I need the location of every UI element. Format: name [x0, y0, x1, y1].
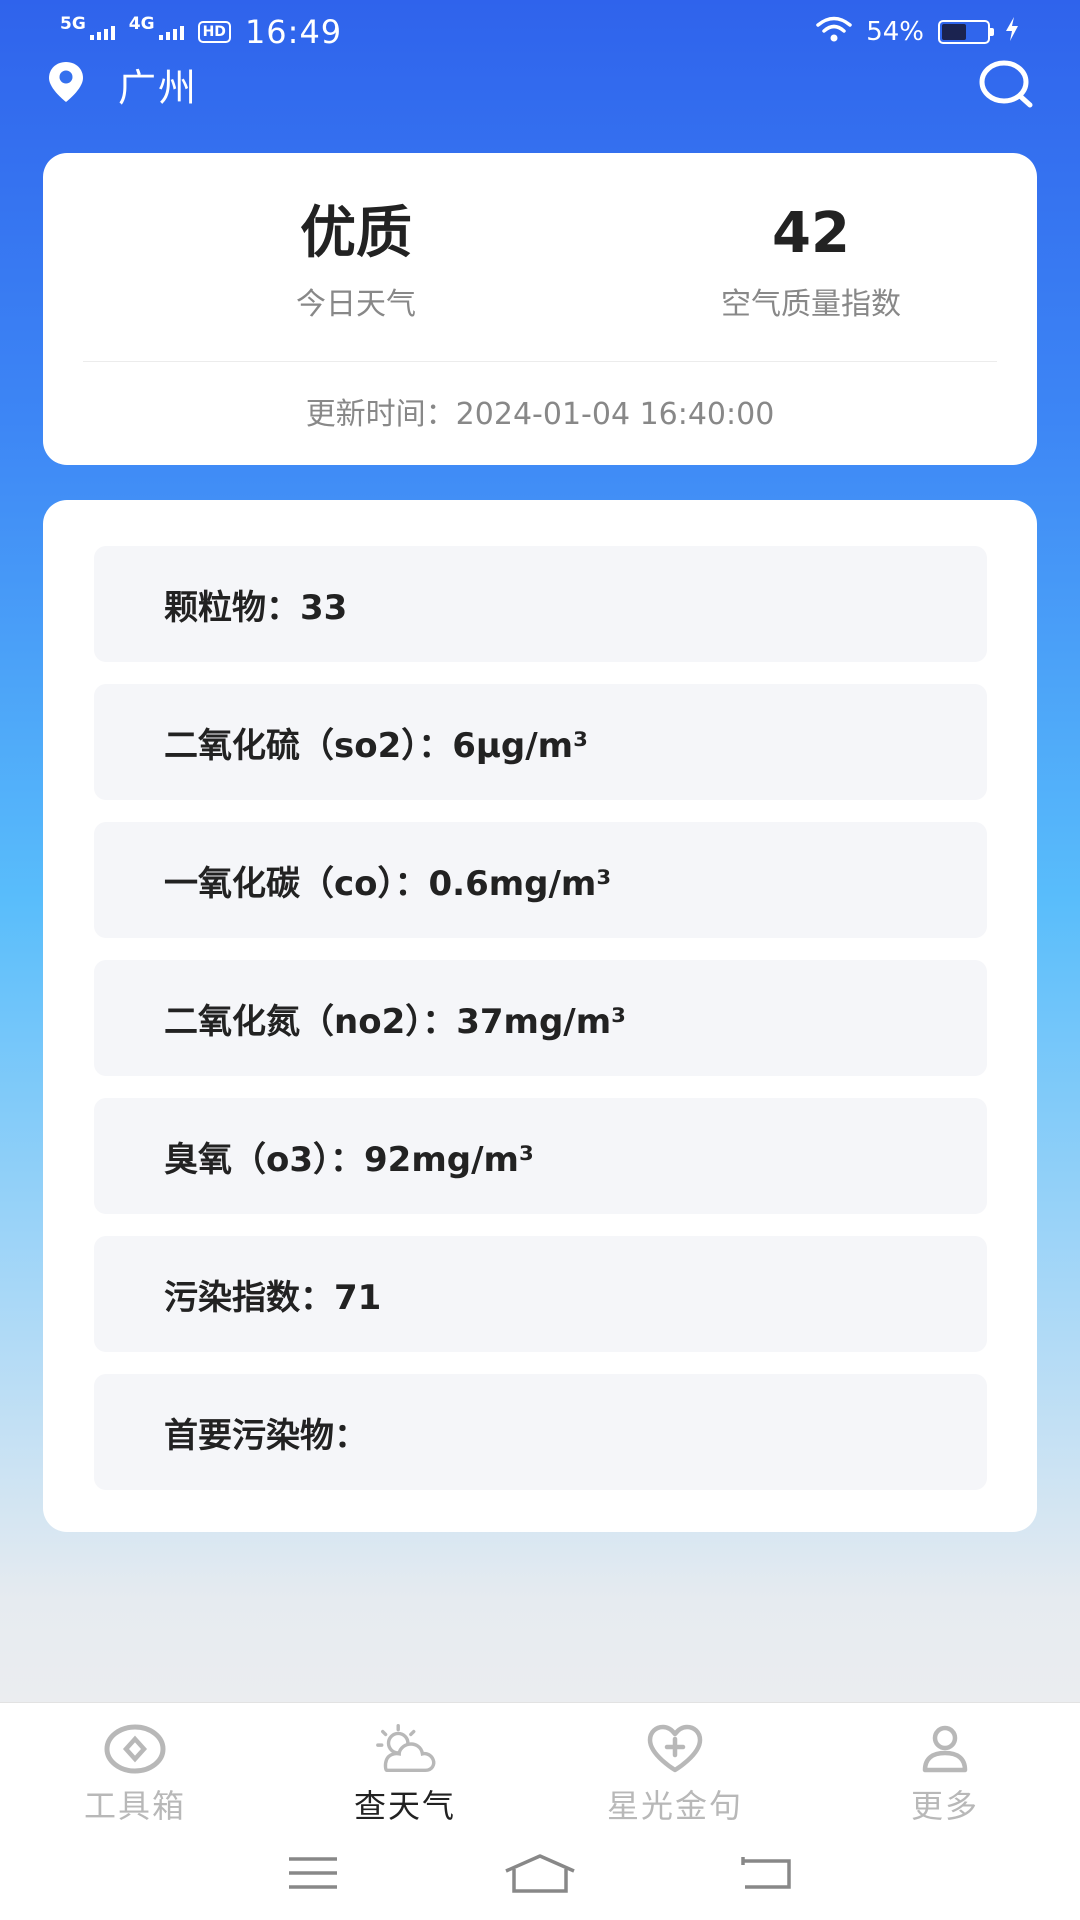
network-4g-label: 4G — [128, 14, 155, 34]
search-button[interactable] — [974, 52, 1038, 116]
home-button[interactable] — [495, 1843, 585, 1903]
aqi-summary-card: 优质 今日天气 42 空气质量指数 更新时间：2024-01-04 16:40:… — [43, 153, 1037, 465]
user-icon — [913, 1723, 977, 1775]
weather-quality-block: 优质 今日天气 — [156, 201, 556, 323]
tab-quotes[interactable]: 星光金句 — [540, 1703, 810, 1833]
battery-icon — [938, 20, 994, 44]
pollutant-list: 颗粒物：33 二氧化硫（so2）：6μg/m³ 一氧化碳（co）：0.6mg/m… — [94, 546, 987, 1512]
pollutant-row-particulate: 颗粒物：33 — [94, 546, 987, 662]
status-bar: 5G 4G HD 16:49 54% — [0, 0, 1080, 64]
weather-quality-label: 今日天气 — [296, 287, 416, 322]
search-icon — [979, 60, 1033, 108]
tab-label: 星光金句 — [606, 1787, 743, 1825]
city-name[interactable]: 广州 — [118, 57, 198, 112]
battery-percent: 54% — [866, 17, 924, 47]
menu-icon — [289, 1857, 338, 1889]
update-time: 更新时间：2024-01-04 16:40:00 — [305, 397, 775, 432]
bottom-navigation: 工具箱 查天气 星光金句 更多 — [0, 1702, 1080, 1920]
status-left: 5G 4G HD 16:49 — [60, 13, 342, 51]
battery-level — [942, 24, 966, 40]
tab-label: 工具箱 — [83, 1787, 186, 1825]
tab-weather[interactable]: 查天气 — [270, 1703, 540, 1833]
menu-button[interactable] — [268, 1843, 358, 1903]
back-icon — [740, 1857, 791, 1889]
toolbox-icon — [103, 1723, 167, 1775]
pollutant-row-no2: 二氧化氮（no2）：37mg/m³ — [94, 960, 987, 1076]
hd-badge: HD — [197, 21, 231, 43]
tab-bar: 工具箱 查天气 星光金句 更多 — [0, 1703, 1080, 1833]
status-time: 16:49 — [244, 13, 343, 51]
status-right: 54% — [816, 16, 1020, 49]
signal-icon — [89, 24, 115, 40]
weather-quality-value: 优质 — [300, 201, 412, 266]
pollutant-row-so2: 二氧化硫（so2）：6μg/m³ — [94, 684, 987, 800]
network-5g-label: 5G — [60, 14, 86, 34]
pollutant-details-card: 颗粒物：33 二氧化硫（so2）：6μg/m³ 一氧化碳（co）：0.6mg/m… — [43, 500, 1037, 1532]
tab-label: 更多 — [910, 1787, 979, 1825]
back-button[interactable] — [722, 1843, 812, 1903]
charging-icon — [1004, 16, 1020, 49]
pollutant-row-co: 一氧化碳（co）：0.6mg/m³ — [94, 822, 987, 938]
aqi-index-value: 42 — [772, 201, 850, 266]
weather-icon — [373, 1723, 437, 1775]
location-pin-icon[interactable] — [42, 58, 90, 110]
pollutant-row-pollution-index: 污染指数：71 — [94, 1236, 987, 1352]
aqi-index-block: 42 空气质量指数 — [611, 201, 1011, 323]
home-icon — [505, 1854, 575, 1893]
aqi-index-label: 空气质量指数 — [721, 287, 901, 322]
tab-more[interactable]: 更多 — [810, 1703, 1080, 1833]
tab-label: 查天气 — [353, 1787, 456, 1825]
pollutant-row-primary-pollutant: 首要污染物： — [94, 1374, 987, 1490]
signal-icon — [158, 24, 184, 40]
pollutant-row-o3: 臭氧（o3）：92mg/m³ — [94, 1098, 987, 1214]
heart-plus-icon — [643, 1723, 707, 1775]
system-navigation-bar — [0, 1833, 1080, 1913]
divider — [83, 361, 997, 362]
tab-toolbox[interactable]: 工具箱 — [0, 1703, 270, 1833]
wifi-icon — [816, 16, 852, 49]
header: 广州 — [0, 56, 1080, 112]
